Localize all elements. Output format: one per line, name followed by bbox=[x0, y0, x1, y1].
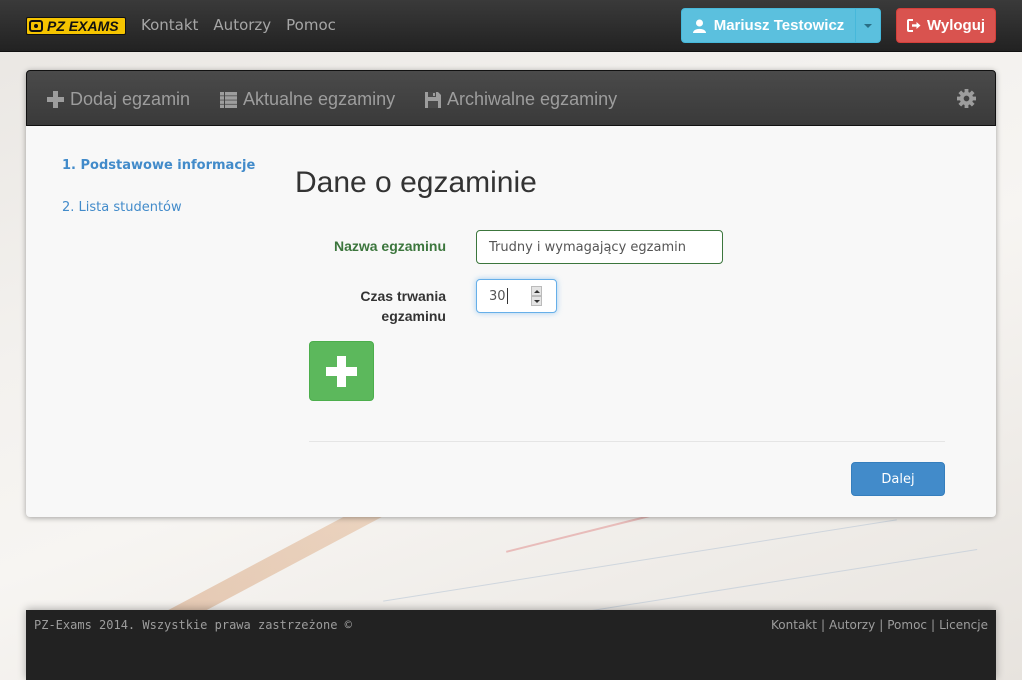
logo-icon bbox=[29, 20, 43, 32]
footer-separator: | bbox=[931, 618, 936, 632]
nav-current-exams[interactable]: Aktualne egzaminy bbox=[220, 89, 395, 110]
nav-link-pomoc[interactable]: Pomoc bbox=[286, 16, 336, 34]
caret-down-icon bbox=[864, 23, 872, 28]
footer-separator: | bbox=[820, 618, 825, 632]
footer-link-autorzy[interactable]: Autorzy bbox=[829, 618, 875, 632]
plus-icon bbox=[47, 91, 64, 108]
exam-duration-input[interactable]: 30 bbox=[476, 279, 557, 313]
nav-add-exam[interactable]: Dodaj egzamin bbox=[47, 89, 190, 110]
user-dropdown-toggle[interactable] bbox=[855, 9, 880, 42]
exam-duration-label: Czas trwania egzaminu bbox=[296, 286, 446, 326]
nav-archived-exams-label: Archiwalne egzaminy bbox=[447, 89, 618, 109]
logout-button[interactable]: Wyloguj bbox=[896, 8, 996, 43]
text-cursor bbox=[506, 288, 508, 304]
nav-link-kontakt[interactable]: Kontakt bbox=[141, 16, 198, 34]
gear-icon bbox=[957, 89, 976, 108]
exam-name-value: Trudny i wymagający egzamin bbox=[489, 239, 686, 255]
exam-duration-label-line2: egzaminu bbox=[381, 308, 446, 324]
footer-links: Kontakt | Autorzy | Pomoc | Licencje bbox=[771, 618, 988, 632]
footer-separator: | bbox=[879, 618, 884, 632]
settings-button[interactable] bbox=[957, 89, 976, 112]
footer: PZ-Exams 2014. Wszystkie prawa zastrzeżo… bbox=[26, 610, 996, 680]
footer-link-kontakt[interactable]: Kontakt bbox=[771, 618, 817, 632]
nav-add-exam-label: Dodaj egzamin bbox=[70, 89, 191, 109]
floppy-disk-icon bbox=[425, 91, 441, 108]
brand-logo[interactable]: PZ EXAMS bbox=[26, 17, 126, 35]
next-button[interactable]: Dalej bbox=[851, 462, 945, 496]
top-navbar: PZ EXAMS Kontakt Autorzy Pomoc Mariusz T… bbox=[0, 0, 1022, 52]
top-nav: Kontakt Autorzy Pomoc bbox=[141, 16, 336, 34]
copyright-text: PZ-Exams 2014. Wszystkie prawa zastrzeżo… bbox=[34, 618, 352, 632]
footer-link-pomoc[interactable]: Pomoc bbox=[887, 618, 927, 632]
logo-text: PZ EXAMS bbox=[47, 18, 119, 34]
spinner-up-icon[interactable] bbox=[531, 286, 542, 296]
exam-duration-label-line1: Czas trwania bbox=[360, 288, 446, 304]
user-icon bbox=[692, 19, 706, 33]
step-basic-info[interactable]: 1. Podstawowe informacje bbox=[62, 158, 255, 173]
plus-icon bbox=[326, 355, 357, 387]
logout-label: Wyloguj bbox=[926, 17, 986, 34]
user-menu-button[interactable]: Mariusz Testowicz bbox=[681, 8, 881, 43]
add-field-button[interactable] bbox=[309, 341, 374, 401]
nav-link-autorzy[interactable]: Autorzy bbox=[213, 16, 271, 34]
wizard-steps: 1. Podstawowe informacje 2. Lista studen… bbox=[62, 158, 255, 242]
panel-navbar: Dodaj egzamin Aktualne egzaminy Archiwal… bbox=[26, 70, 996, 126]
form-divider bbox=[309, 441, 945, 442]
step-student-list[interactable]: 2. Lista studentów bbox=[62, 200, 255, 215]
footer-link-licencje[interactable]: Licencje bbox=[939, 618, 988, 632]
user-button-main[interactable]: Mariusz Testowicz bbox=[682, 9, 855, 42]
exam-name-input[interactable]: Trudny i wymagający egzamin bbox=[476, 230, 723, 264]
spinner-down-icon[interactable] bbox=[531, 296, 542, 306]
page-title: Dane o egzaminie bbox=[295, 166, 537, 199]
nav-archived-exams[interactable]: Archiwalne egzaminy bbox=[425, 89, 617, 110]
exam-duration-value: 30 bbox=[489, 288, 506, 304]
nav-current-exams-label: Aktualne egzaminy bbox=[243, 89, 396, 109]
sign-out-icon bbox=[906, 19, 921, 32]
background-line bbox=[383, 519, 897, 602]
main-panel: Dodaj egzamin Aktualne egzaminy Archiwal… bbox=[26, 70, 996, 517]
list-icon bbox=[220, 91, 237, 108]
duration-spinner[interactable] bbox=[531, 286, 542, 307]
user-name: Mariusz Testowicz bbox=[713, 17, 845, 34]
exam-name-label: Nazwa egzaminu bbox=[333, 238, 446, 254]
